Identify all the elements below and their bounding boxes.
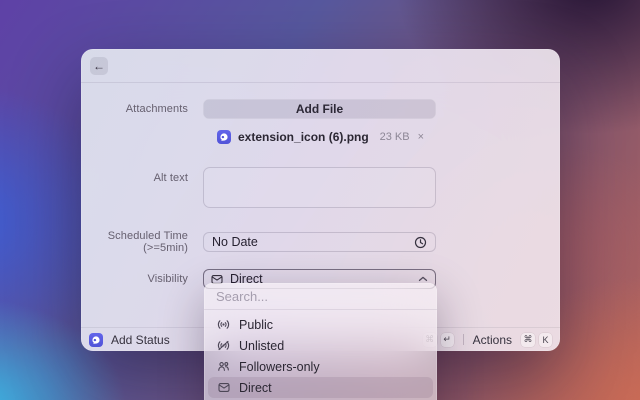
attachments-label: Attachments [125, 103, 188, 115]
followers-icon [217, 361, 230, 372]
option-public[interactable]: Public [208, 314, 433, 335]
envelope-icon [217, 382, 230, 393]
option-unlisted[interactable]: Unlisted [208, 335, 433, 356]
desktop-background: { "window": { "back_button": "←", "form"… [0, 0, 640, 400]
option-direct[interactable]: Direct [208, 377, 433, 398]
clock-icon [414, 236, 427, 249]
dropdown-search-row [204, 283, 437, 310]
attached-file-row: extension_icon (6).png 23 KB × [81, 128, 560, 146]
k-key: K [539, 332, 552, 347]
dropdown-options: Public Unlisted Followers-only Direct [204, 310, 437, 400]
scheduled-time-label: Scheduled Time (>=5min) [107, 230, 188, 254]
option-label: Followers-only [239, 359, 320, 374]
command-title: Add Status [111, 332, 170, 347]
attachments-row: Attachments Add File [81, 99, 560, 119]
scheduled-time-row: Scheduled Time (>=5min) No Date [81, 230, 560, 254]
footer-divider [462, 334, 464, 345]
return-key: ↵ [440, 332, 454, 347]
window-header: ← [81, 49, 560, 83]
app-logo-icon [89, 332, 103, 347]
scheduled-time-field[interactable]: No Date [203, 232, 436, 252]
add-file-button[interactable]: Add File [203, 99, 436, 119]
broadcast-off-icon [217, 340, 230, 351]
actions-label: Actions [472, 332, 512, 347]
actions-button[interactable]: Actions ⌘ K [472, 332, 552, 347]
option-label: Direct [239, 380, 272, 395]
remove-file-icon[interactable]: × [418, 131, 424, 143]
back-arrow-icon: ← [93, 59, 105, 73]
file-thumbnail-icon [217, 130, 231, 144]
file-name: extension_icon (6).png [238, 130, 369, 144]
alt-text-row: Alt text [81, 167, 560, 213]
file-size: 23 KB [379, 131, 410, 143]
option-followers-only[interactable]: Followers-only [208, 356, 433, 377]
scheduled-time-value: No Date [212, 235, 258, 249]
alt-text-input[interactable] [203, 167, 436, 208]
back-button[interactable]: ← [90, 57, 108, 75]
dropdown-search-input[interactable] [216, 288, 425, 304]
visibility-label: Visibility [147, 273, 188, 285]
visibility-dropdown: Public Unlisted [204, 283, 437, 400]
file-item: extension_icon (6).png 23 KB × [203, 130, 436, 144]
chevron-up-icon [418, 276, 428, 282]
broadcast-icon [217, 319, 230, 330]
option-label: Public [239, 317, 274, 332]
alt-text-label: Alt text [153, 172, 188, 184]
cmd-key: ⌘ [521, 332, 535, 347]
option-label: Unlisted [239, 338, 285, 353]
